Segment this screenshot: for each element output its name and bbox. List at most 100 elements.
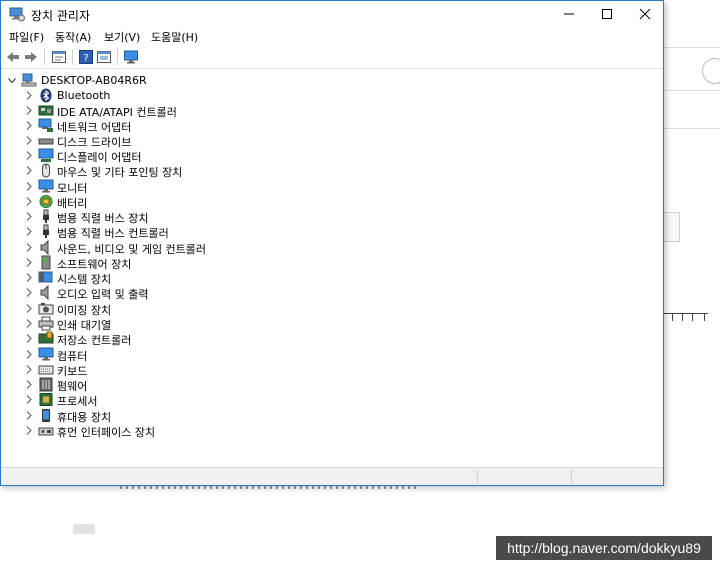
monitor-icon[interactable] [123, 49, 139, 65]
chevron-right-icon[interactable] [25, 288, 33, 297]
usb-icon [43, 209, 49, 223]
minimize-button[interactable] [549, 1, 589, 26]
tree-item-bluetooth[interactable]: Bluetooth [1, 88, 301, 103]
menu-bar: 파일(F) 동작(A) 보기(V) 도움말(H) [1, 26, 663, 45]
status-bar-separator [571, 470, 572, 483]
tree-item-audio-io[interactable]: 오디오 입력 및 출력 [1, 285, 301, 301]
chevron-right-icon[interactable] [25, 136, 33, 145]
menu-view[interactable]: 보기(V) [104, 29, 140, 45]
tree-item-label: 마우스 및 기타 포인팅 장치 [57, 166, 183, 179]
chevron-right-icon[interactable] [25, 365, 33, 374]
mouse-icon [42, 163, 50, 178]
tree-item-print-queues[interactable]: 인쇄 대기열 [1, 316, 301, 332]
back-icon[interactable] [5, 49, 21, 65]
tree-item-monitor[interactable]: 모니터 [1, 179, 301, 195]
tree-item-label: 오디오 입력 및 출력 [57, 288, 149, 301]
chevron-right-icon[interactable] [25, 273, 33, 282]
window-title: 장치 관리자 [31, 9, 91, 23]
chevron-right-icon[interactable] [25, 182, 33, 191]
tree-item-imaging-devices[interactable]: 이미징 장치 [1, 301, 301, 317]
menu-action[interactable]: 동작(A) [55, 29, 91, 45]
chevron-right-icon[interactable] [25, 395, 33, 404]
background-chip [73, 524, 95, 534]
software-device-icon [41, 255, 51, 270]
chevron-right-icon[interactable] [25, 380, 33, 389]
tree-item-keyboard[interactable]: 키보드 [1, 362, 301, 378]
maximize-button[interactable] [587, 1, 627, 26]
tree-item-sound-controllers[interactable]: 사운드, 비디오 및 게임 컨트롤러 [1, 240, 301, 256]
chevron-right-icon[interactable] [25, 166, 33, 175]
chevron-right-icon[interactable] [25, 334, 33, 343]
status-bar-separator [477, 470, 478, 483]
svg-text:?: ? [83, 53, 88, 64]
chevron-right-icon[interactable] [25, 106, 33, 115]
chevron-right-icon[interactable] [25, 304, 33, 313]
tree-item-usb-controllers[interactable]: 범용 직렬 버스 컨트롤러 [1, 224, 301, 240]
chevron-down-icon[interactable] [8, 76, 16, 85]
chevron-right-icon[interactable] [25, 91, 33, 100]
tree-item-processor[interactable]: 프로세서 [1, 392, 301, 408]
chevron-right-icon[interactable] [25, 319, 33, 328]
ide-controller-icon [38, 105, 54, 116]
toolbar-separator [72, 49, 73, 65]
close-button[interactable] [625, 1, 665, 26]
tree-item-hid[interactable]: 휴먼 인터페이스 장치 [1, 423, 301, 439]
background-box [664, 212, 680, 242]
background-round-button [702, 58, 720, 84]
tree-item-firmware[interactable]: 펌웨어 [1, 377, 301, 393]
tree-item-label: 범용 직렬 버스 컨트롤러 [57, 227, 169, 240]
tree-item-storage-controllers[interactable]: 저장소 컨트롤러 [1, 331, 301, 347]
properties-icon[interactable] [51, 49, 67, 65]
hid-icon [38, 427, 54, 436]
chevron-right-icon[interactable] [25, 197, 33, 206]
forward-icon[interactable] [23, 49, 39, 65]
tree-item-network-adapter[interactable]: 네트워크 어댑터 [1, 118, 301, 134]
chevron-right-icon[interactable] [25, 151, 33, 160]
tree-root[interactable]: DESKTOP-AB04R6R [1, 73, 301, 88]
battery-icon [39, 195, 53, 208]
tree-item-display-adapter[interactable]: 디스플레이 어댑터 [1, 148, 301, 164]
tree-item-system-devices[interactable]: 시스템 장치 [1, 270, 301, 286]
portable-device-icon [42, 409, 50, 422]
computer-monitor-icon [38, 347, 54, 361]
tree-item-label: 휴먼 인터페이스 장치 [57, 426, 156, 439]
tree-item-battery[interactable]: 배터리 [1, 194, 301, 210]
tree-item-usb-devices[interactable]: 범용 직렬 버스 장치 [1, 209, 301, 225]
tree-item-label: 저장소 컨트롤러 [57, 334, 132, 347]
watermark: http://blog.naver.com/dokkyu89 [496, 536, 712, 560]
close-icon [639, 8, 651, 19]
tree-item-software-devices[interactable]: 소프트웨어 장치 [1, 255, 301, 271]
chevron-right-icon[interactable] [25, 227, 33, 236]
tree-item-portable-devices[interactable]: 휴대용 장치 [1, 408, 301, 424]
chevron-right-icon[interactable] [25, 243, 33, 252]
chevron-right-icon[interactable] [25, 258, 33, 267]
menu-help[interactable]: 도움말(H) [151, 29, 198, 45]
system-device-icon [38, 271, 53, 283]
printer-icon [38, 316, 54, 331]
tree-item-disk-drive[interactable]: 디스크 드라이브 [1, 133, 301, 149]
chevron-right-icon[interactable] [25, 426, 33, 435]
keyboard-icon [38, 365, 54, 375]
minimize-icon [564, 13, 574, 14]
tree-item-computer[interactable]: 컴퓨터 [1, 347, 301, 363]
chevron-right-icon[interactable] [25, 411, 33, 420]
help-icon[interactable]: ? [78, 49, 94, 65]
toolbar-separator [44, 49, 45, 65]
tree-item-mouse[interactable]: 마우스 및 기타 포인팅 장치 [1, 163, 301, 179]
device-tree: DESKTOP-AB04R6R Bluetooth IDE ATA/ATAPI … [1, 69, 663, 467]
update-driver-icon[interactable] [96, 49, 112, 65]
menu-file[interactable]: 파일(F) [9, 29, 44, 45]
processor-icon [39, 393, 53, 406]
status-bar [1, 467, 663, 485]
firmware-icon [39, 377, 53, 392]
storage-controller-icon [38, 331, 54, 344]
title-bar[interactable]: 장치 관리자 [1, 1, 663, 26]
maximize-icon [602, 8, 612, 19]
tree-item-label: 프로세서 [57, 395, 98, 408]
tree-item-label: Bluetooth [57, 89, 111, 102]
tree-item-ide-controller[interactable]: IDE ATA/ATAPI 컨트롤러 [1, 103, 301, 119]
chevron-right-icon[interactable] [25, 212, 33, 221]
chevron-right-icon[interactable] [25, 350, 33, 359]
usb-icon [43, 224, 49, 238]
chevron-right-icon[interactable] [25, 121, 33, 130]
